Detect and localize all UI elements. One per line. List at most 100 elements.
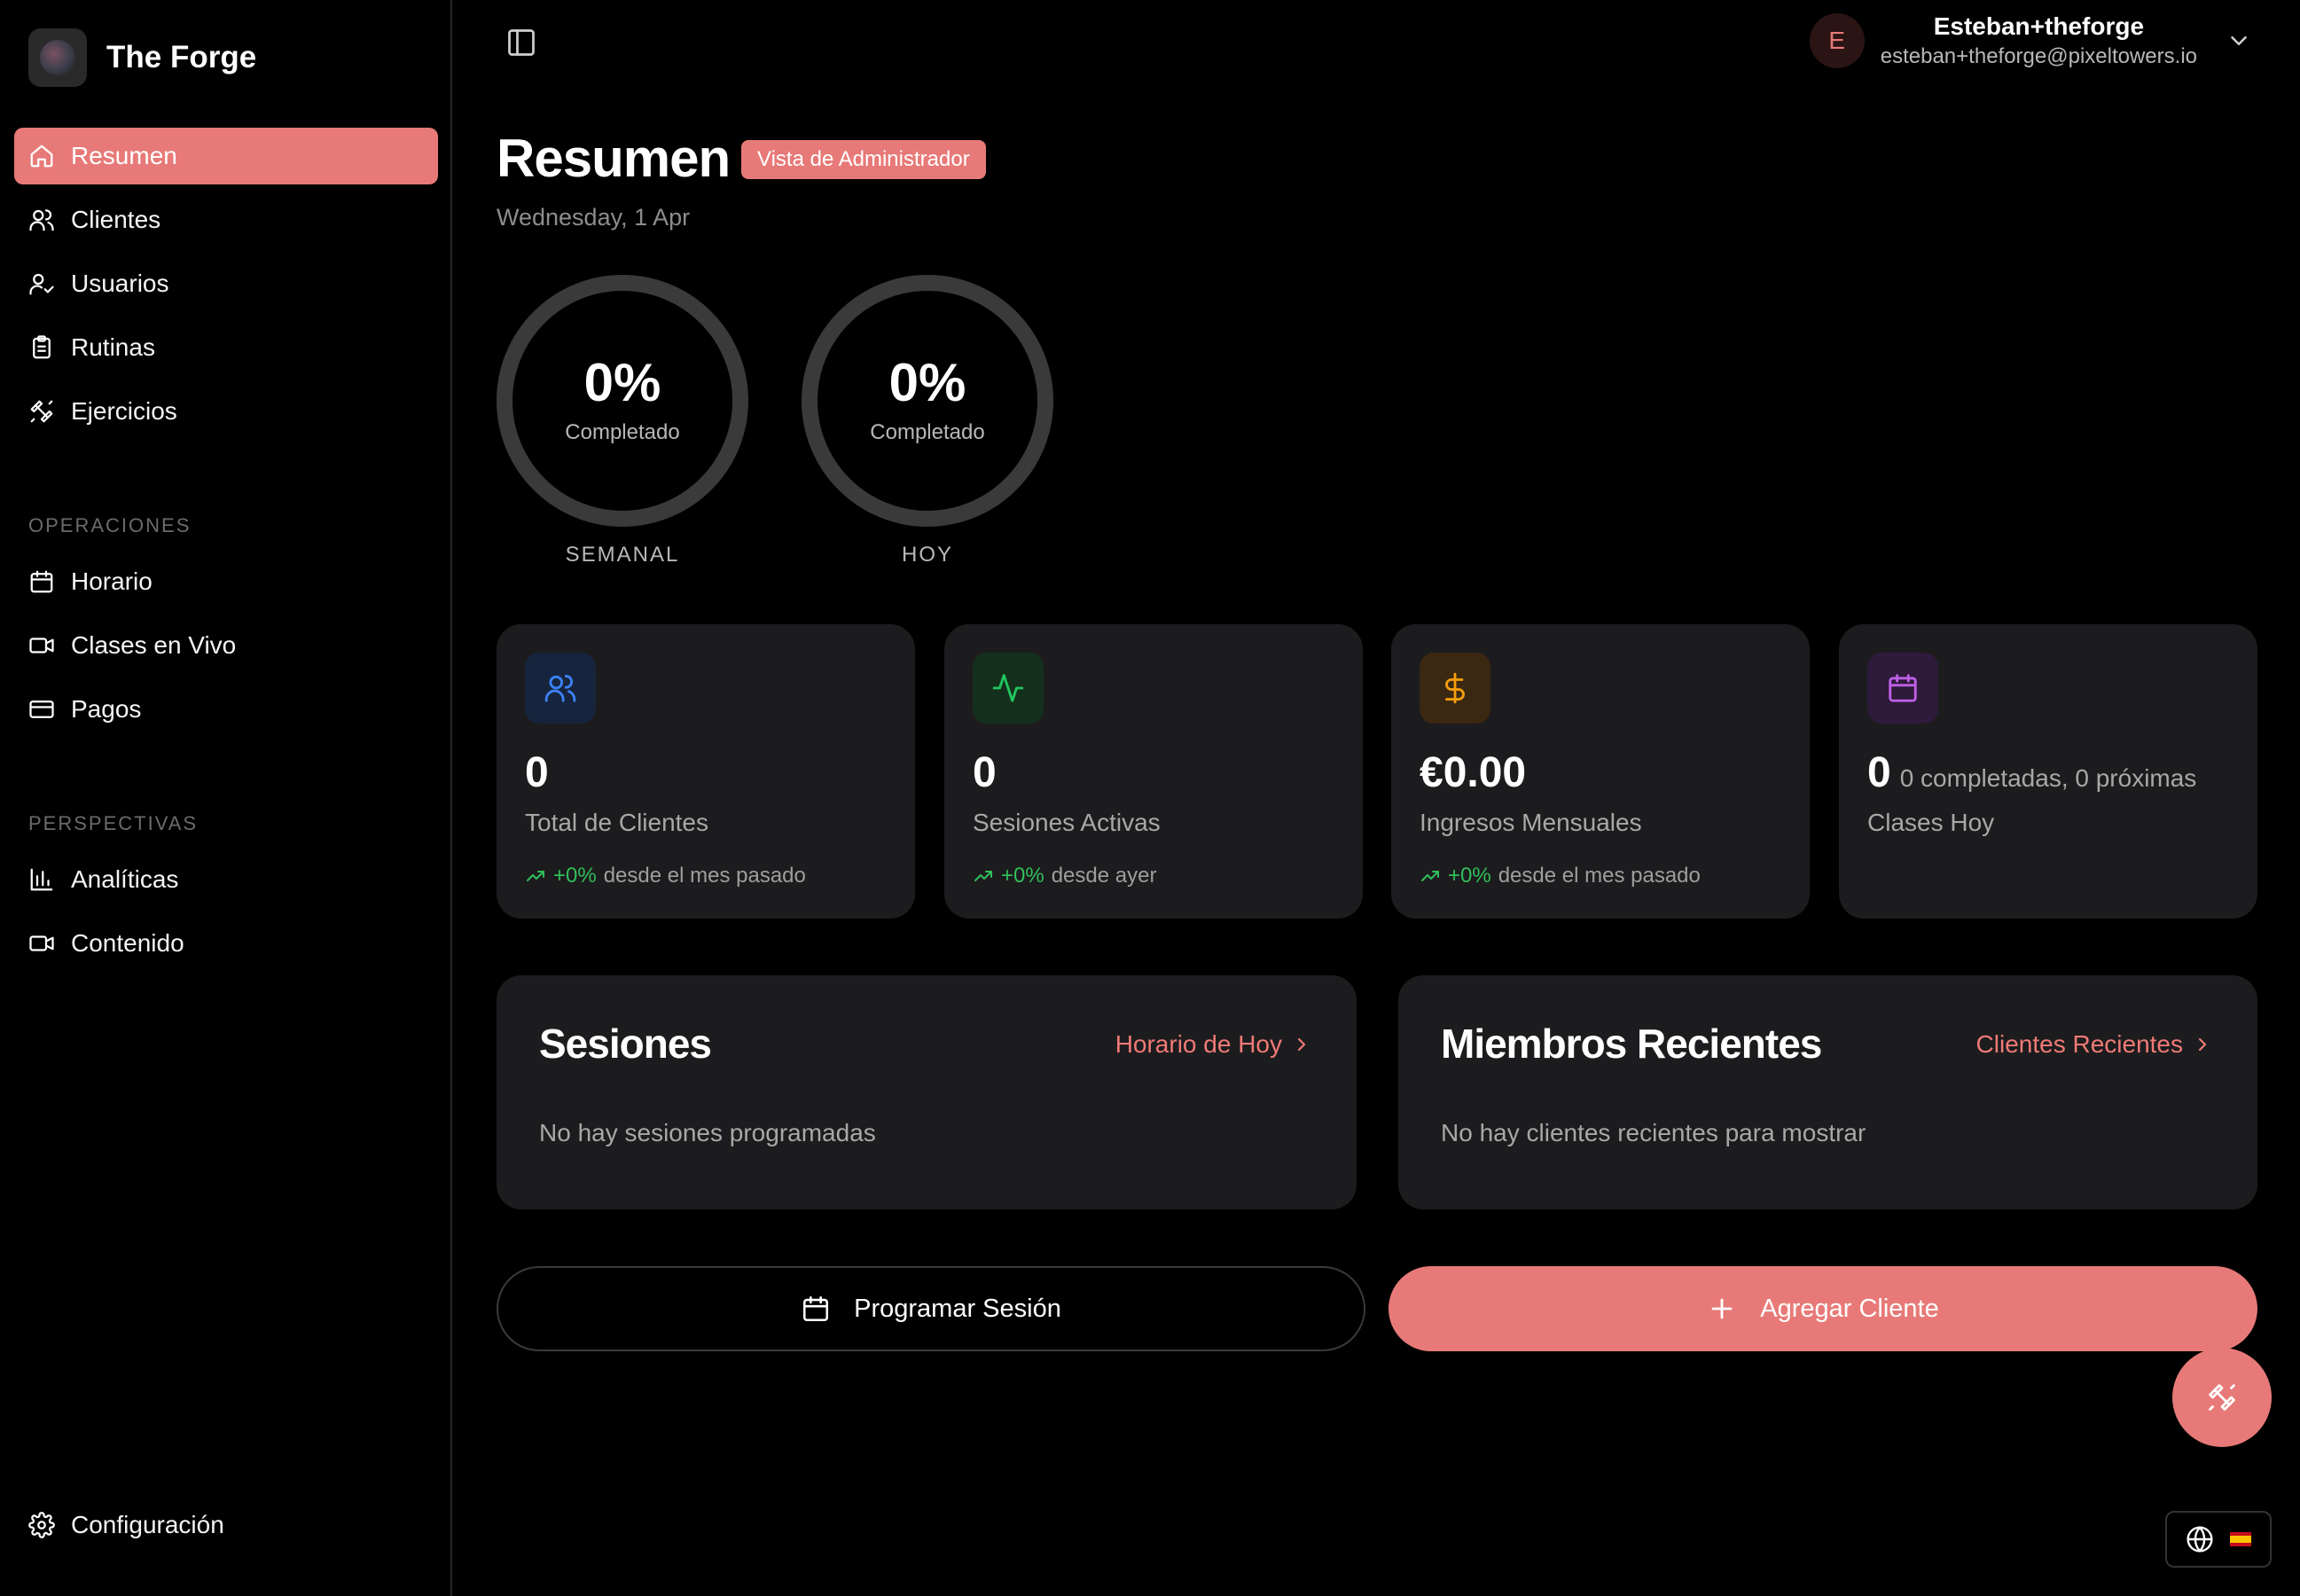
stat-label: Sesiones Activas [973, 809, 1161, 836]
user-email: esteban+theforge@pixeltowers.io [1880, 44, 2197, 68]
sidebar-item-contenido[interactable]: Contenido [14, 915, 438, 972]
link-label: Clientes Recientes [1975, 1030, 2183, 1058]
sidebar-item-label: Clientes [71, 206, 161, 233]
users-icon [29, 209, 54, 231]
progress-ring: 0% Completado [802, 275, 1053, 527]
sidebar-item-usuarios[interactable]: Usuarios [14, 255, 438, 312]
sidebar-item-horario[interactable]: Horario [14, 553, 438, 610]
sidebar: The Forge Resumen Clientes Usuarios Ruti… [0, 0, 452, 1596]
sidebar-item-label: Configuración [71, 1511, 224, 1538]
stat-value: €0.00 [1420, 748, 1526, 797]
dumbbell-icon [30, 400, 53, 423]
bar-chart-icon [30, 868, 53, 891]
video-icon [29, 638, 54, 653]
language-switcher[interactable] [2165, 1511, 2272, 1568]
main-nav: Resumen Clientes Usuarios Rutinas Ejerci… [14, 128, 438, 447]
stat-card-total-clientes: 0 Total de Clientes +0% desde el mes pas… [497, 624, 915, 919]
workout-fab-button[interactable] [2172, 1348, 2272, 1447]
sessions-panel: Sesiones Horario de Hoy No hay sesiones … [497, 975, 1357, 1209]
sidebar-item-label: Resumen [71, 142, 177, 169]
stat-label: Ingresos Mensuales [1420, 809, 1642, 836]
trend-percent: +0% [1001, 864, 1044, 888]
sidebar-item-analiticas[interactable]: Analíticas [14, 851, 438, 908]
panel-title: Miembros Recientes [1441, 1021, 1822, 1067]
calendar-icon [803, 1295, 829, 1322]
calendar-icon [30, 570, 53, 593]
empty-state: No hay clientes recientes para mostrar [1441, 1119, 1866, 1146]
sidebar-item-label: Ejercicios [71, 397, 177, 425]
ring-value: 0% [583, 353, 661, 412]
stat-trend: +0% desde ayer [973, 864, 1156, 888]
stat-icon-box [1420, 653, 1490, 724]
stat-value: 0 [973, 748, 997, 797]
recent-clients-link[interactable]: Clientes Recientes [1976, 1030, 2213, 1059]
sidebar-item-label: Pagos [71, 695, 142, 723]
dumbbell-icon [2209, 1384, 2235, 1411]
stat-card-ingresos-mensuales: €0.00 Ingresos Mensuales +0% desde el me… [1391, 624, 1810, 919]
video-icon [29, 935, 54, 951]
sidebar-item-ejercicios[interactable]: Ejercicios [14, 383, 438, 440]
stat-trend: +0% desde el mes pasado [525, 864, 806, 888]
admin-badge: Vista de Administrador [741, 140, 986, 179]
stat-value: 0 0 completadas, 0 próximas [1867, 748, 2196, 797]
sidebar-item-clientes[interactable]: Clientes [14, 192, 438, 248]
trend-text: desde ayer [1051, 864, 1157, 888]
stat-number: 0 [1867, 749, 1891, 796]
panel-left-icon [508, 29, 535, 56]
sidebar-toggle-button[interactable] [505, 27, 537, 59]
stat-number: 0 [525, 749, 549, 796]
trend-text: desde el mes pasado [603, 864, 806, 888]
recent-members-panel: Miembros Recientes Clientes Recientes No… [1398, 975, 2257, 1209]
stat-icon-box [1867, 653, 1938, 724]
stat-number: €0.00 [1420, 749, 1527, 796]
plus-icon [1711, 1298, 1733, 1319]
brand-logo [28, 28, 87, 87]
trend-percent: +0% [1448, 864, 1491, 888]
sidebar-item-label: Rutinas [71, 333, 155, 361]
activity-icon [992, 674, 1024, 702]
sidebar-item-configuracion[interactable]: Configuración [14, 1497, 438, 1553]
panel-title: Sesiones [539, 1021, 712, 1067]
sidebar-item-label: Contenido [71, 929, 184, 957]
credit-card-icon [29, 700, 54, 718]
stat-icon-box [973, 653, 1044, 724]
dollar-icon [1445, 672, 1465, 704]
trending-up-icon [527, 871, 544, 881]
stat-label: Total de Clientes [525, 809, 709, 836]
stat-number: 0 [973, 749, 997, 796]
ring-subtitle: Completado [565, 420, 680, 444]
user-menu[interactable]: E Esteban+theforge esteban+theforge@pixe… [1809, 12, 2252, 69]
trending-up-icon [974, 871, 992, 881]
ring-label: SEMANAL [565, 543, 680, 567]
trend-text: desde el mes pasado [1498, 864, 1701, 888]
sidebar-item-rutinas[interactable]: Rutinas [14, 319, 438, 376]
sidebar-item-pagos[interactable]: Pagos [14, 681, 438, 738]
sidebar-item-clases-en-vivo[interactable]: Clases en Vivo [14, 617, 438, 674]
weekly-progress-ring: 0% Completado SEMANAL [497, 275, 748, 567]
home-icon [30, 145, 53, 168]
insights-nav: Analíticas Contenido [14, 851, 438, 979]
stat-extra: 0 completadas, 0 próximas [1899, 764, 2197, 792]
ring-subtitle: Completado [870, 420, 985, 444]
spain-flag-icon [2230, 1532, 2251, 1546]
trend-percent: +0% [553, 864, 597, 888]
daily-progress-ring: 0% Completado HOY [802, 275, 1053, 567]
stat-card-sesiones-activas: 0 Sesiones Activas +0% desde ayer [944, 624, 1363, 919]
todays-schedule-link[interactable]: Horario de Hoy [1115, 1030, 1312, 1059]
brand[interactable]: The Forge [28, 28, 256, 87]
gear-icon [28, 1512, 55, 1538]
sidebar-item-resumen[interactable]: Resumen [14, 128, 438, 184]
empty-state: No hay sesiones programadas [539, 1119, 876, 1146]
ring-value: 0% [888, 353, 966, 412]
brand-name: The Forge [106, 40, 257, 74]
stat-icon-box [525, 653, 596, 724]
sidebar-item-label: Horario [71, 567, 153, 595]
progress-ring: 0% Completado [497, 275, 748, 527]
schedule-session-button[interactable]: Programar Sesión [497, 1266, 1365, 1351]
stat-card-clases-hoy: 0 0 completadas, 0 próximas Clases Hoy [1839, 624, 2257, 919]
settings-nav: Configuración [14, 1497, 438, 1561]
button-label: Agregar Cliente [1760, 1294, 1939, 1323]
trending-up-icon [1421, 871, 1439, 881]
page-date: Wednesday, 1 Apr [497, 204, 691, 231]
add-client-button[interactable]: Agregar Cliente [1389, 1266, 2257, 1351]
